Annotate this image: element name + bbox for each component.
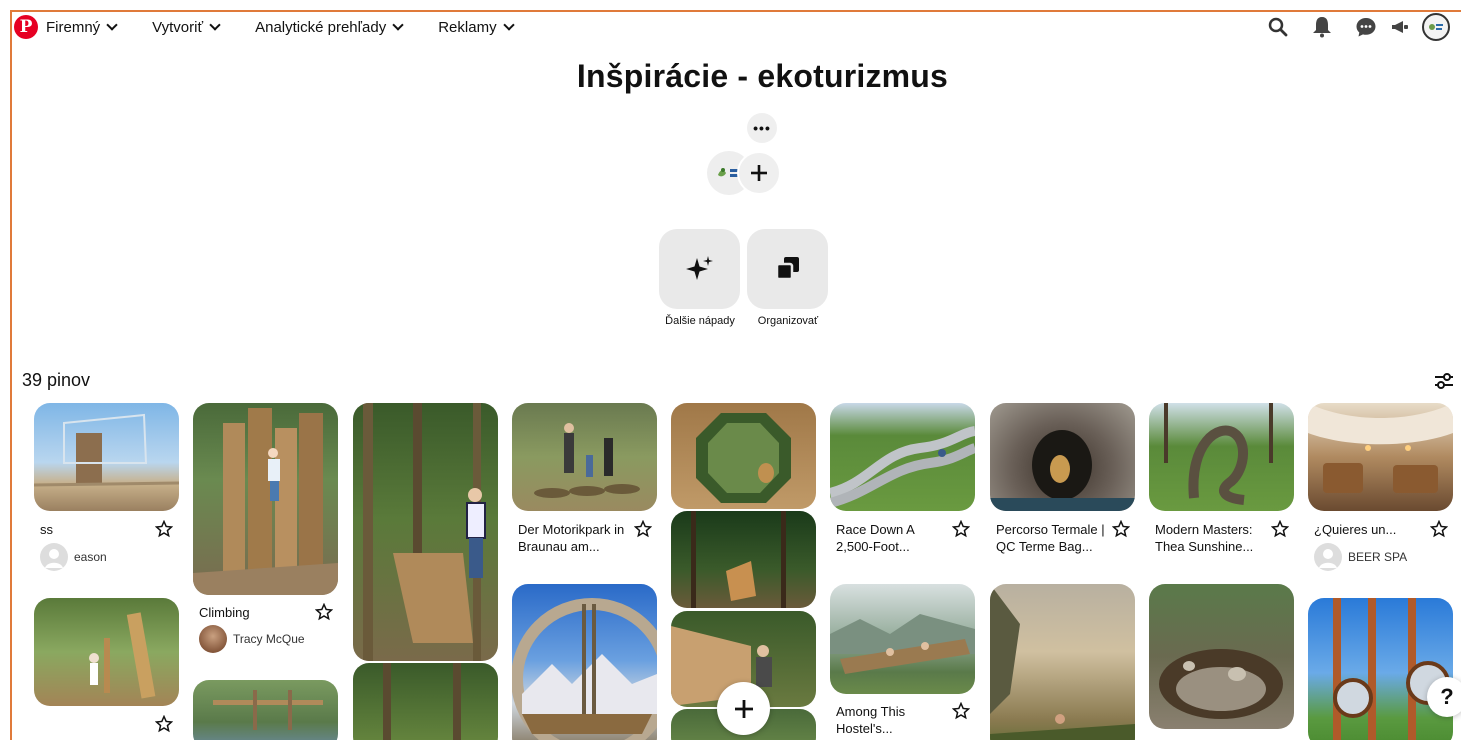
pin-title[interactable]: Modern Masters: Thea Sunshine... [1155, 521, 1265, 555]
plus-icon [751, 165, 767, 181]
organize-icon [775, 257, 799, 281]
search-icon[interactable] [1263, 12, 1293, 42]
pin-author[interactable]: BEER SPA [1314, 543, 1407, 571]
profile-avatar[interactable] [1421, 12, 1451, 42]
pin-title[interactable]: ss [40, 521, 53, 538]
pin-image[interactable] [353, 403, 498, 661]
nav-create[interactable]: Vytvoriť [152, 18, 221, 36]
nav-analytics[interactable]: Analytické prehľady [255, 18, 404, 36]
pin-image[interactable] [512, 584, 657, 740]
pin-title[interactable]: Percorso Termale | QC Terme Bag... [996, 521, 1106, 555]
pin-count: 39 pinov [22, 370, 91, 390]
pin-author-name: BEER SPA [1348, 550, 1408, 564]
star-icon[interactable] [154, 519, 174, 538]
pin-image[interactable] [193, 403, 338, 595]
star-icon[interactable] [1429, 519, 1449, 538]
pin-image[interactable] [353, 663, 498, 740]
top-nav: P Firemný Vytvoriť Analytické prehľady R… [14, 13, 549, 41]
more-ideas-button[interactable] [659, 229, 740, 309]
organize-button[interactable] [747, 229, 828, 309]
pin-image[interactable] [1308, 403, 1453, 511]
avatar [1422, 13, 1450, 41]
avatar [1314, 543, 1342, 571]
chevron-down-icon [106, 18, 118, 31]
header-actions [1249, 10, 1451, 44]
pin-image[interactable] [512, 403, 657, 511]
nav-ads[interactable]: Reklamy [438, 18, 515, 36]
pin-image[interactable] [193, 680, 338, 740]
star-icon[interactable] [314, 602, 334, 621]
organize-label: Organizovať [757, 315, 819, 327]
sparkle-icon [685, 256, 713, 280]
messages-icon[interactable] [1351, 12, 1381, 42]
pin-title[interactable]: Der Motorikpark in Braunau am... [518, 521, 628, 555]
plus-icon [734, 699, 753, 718]
chevron-down-icon [209, 18, 221, 31]
pin-title[interactable]: Climbing [199, 604, 250, 621]
pin-image[interactable] [1149, 403, 1294, 511]
help-button[interactable]: ? [1427, 677, 1461, 717]
pin-title[interactable]: ¿Quieres un... [1314, 521, 1396, 538]
pin-title[interactable]: Among This Hostel's... [836, 703, 936, 737]
star-icon[interactable] [154, 714, 174, 733]
pin-image[interactable] [34, 403, 179, 511]
board-title: Inšpirácie - ekoturizmus [576, 58, 949, 94]
pin-image[interactable] [990, 584, 1135, 740]
more-ideas-label: Ďalšie nápady [665, 315, 735, 327]
notifications-bell-icon[interactable] [1307, 12, 1337, 42]
pin-title[interactable]: Race Down A 2,500-Foot... [836, 521, 936, 555]
pin-image[interactable] [990, 403, 1135, 511]
star-icon[interactable] [633, 519, 653, 538]
avatar [40, 543, 68, 571]
star-icon[interactable] [1270, 519, 1290, 538]
pin-image[interactable] [671, 511, 816, 608]
help-label: ? [1440, 684, 1454, 709]
filter-icon[interactable] [1433, 370, 1455, 392]
pinterest-logo-icon[interactable]: P [14, 15, 38, 39]
pin-author-name: Tracy McQue [233, 632, 305, 646]
star-icon[interactable] [951, 519, 971, 538]
megaphone-icon[interactable] [1385, 12, 1415, 42]
more-options-label: ••• [753, 120, 771, 136]
more-options-button[interactable]: ••• [747, 113, 777, 143]
pin-image[interactable] [1149, 584, 1294, 729]
pin-author[interactable]: eason [40, 543, 107, 571]
add-collaborator-button[interactable] [737, 151, 781, 195]
star-icon[interactable] [951, 701, 971, 720]
nav-business[interactable]: Firemný [46, 18, 118, 36]
pin-image[interactable] [830, 403, 975, 511]
pin-author[interactable]: Tracy McQue [199, 625, 305, 653]
avatar [199, 625, 227, 653]
pin-author-name: eason [74, 550, 107, 564]
chevron-down-icon [502, 18, 515, 31]
pin-image[interactable] [34, 598, 179, 706]
pin-image[interactable] [830, 584, 975, 694]
pin-image[interactable] [671, 403, 816, 509]
star-icon[interactable] [1111, 519, 1131, 538]
chevron-down-icon [392, 18, 404, 31]
pin-image[interactable] [1308, 598, 1453, 740]
create-pin-button[interactable] [717, 682, 770, 735]
